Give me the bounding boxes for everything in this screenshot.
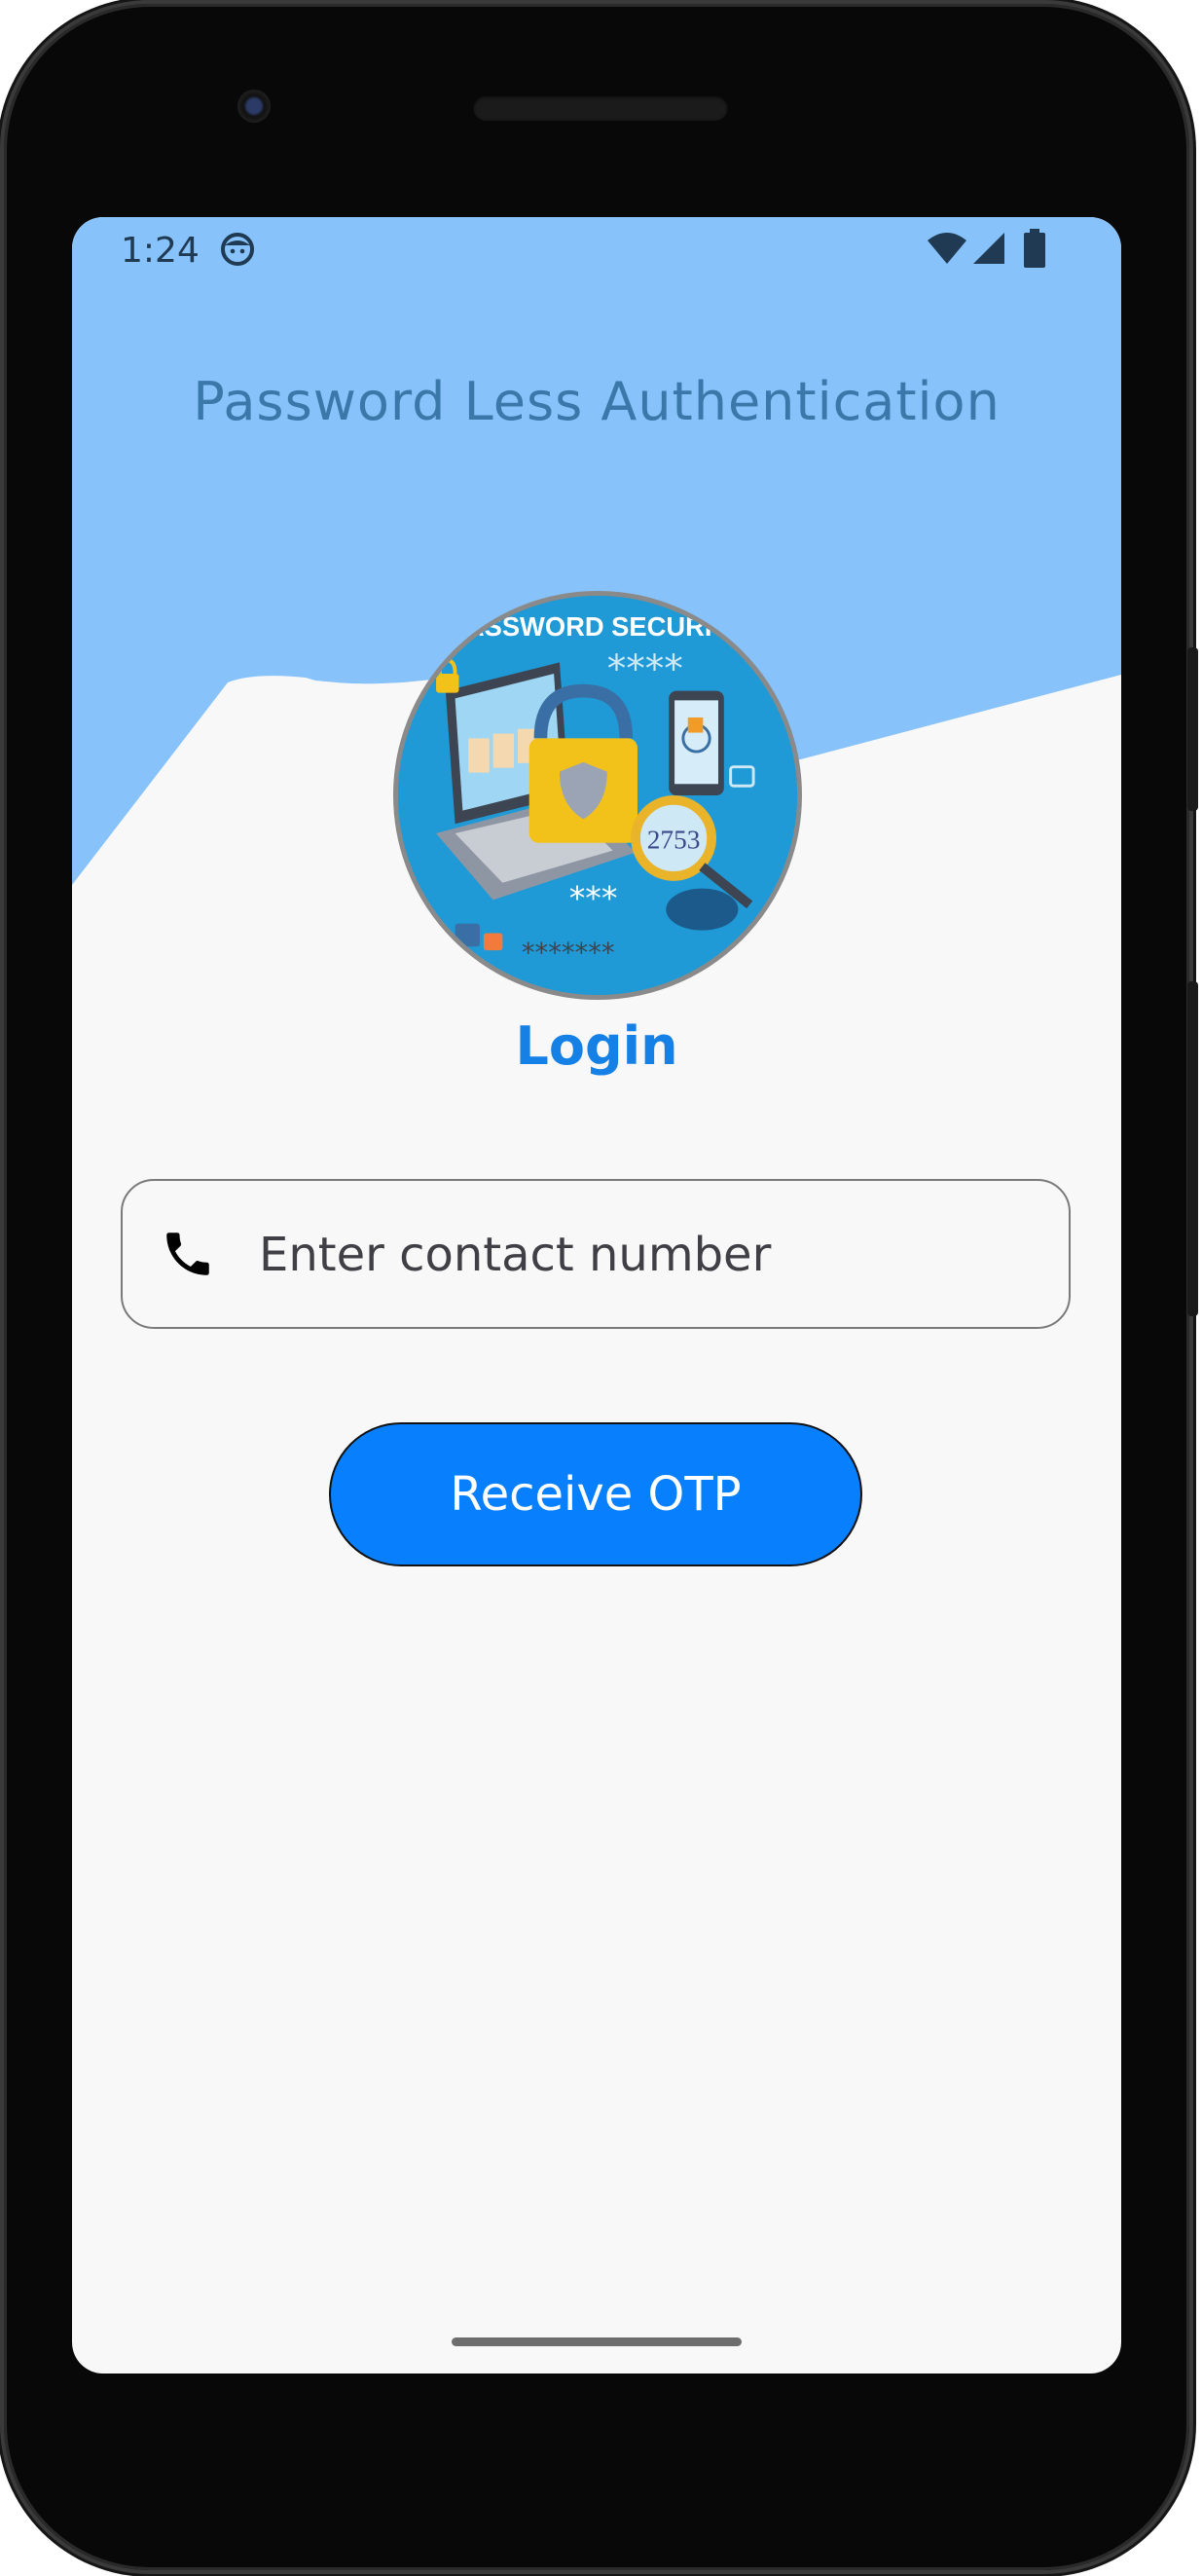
cell-signal-icon — [973, 233, 1004, 264]
illustration-code: 2753 — [647, 826, 701, 855]
svg-text:***: *** — [569, 879, 618, 917]
battery-icon — [1024, 229, 1045, 268]
password-security-illustration: PASSWORD SECURITY 2753 **** *** ******* — [393, 591, 802, 1000]
volume-button — [1187, 981, 1198, 1316]
phone-icon — [166, 1233, 209, 1275]
phone-frame: 1:24 Password Less Authentication PASSWO… — [4, 4, 1189, 2570]
home-indicator[interactable] — [452, 2337, 742, 2346]
power-button — [1187, 647, 1198, 811]
contact-number-field[interactable] — [121, 1179, 1071, 1329]
svg-text:****: **** — [607, 647, 683, 691]
contact-number-input[interactable] — [257, 1181, 1039, 1329]
front-camera — [237, 90, 271, 123]
wifi-icon — [928, 233, 966, 264]
app-screen: 1:24 Password Less Authentication PASSWO… — [72, 217, 1121, 2374]
receive-otp-button[interactable]: Receive OTP — [329, 1422, 862, 1566]
status-time: 1:24 — [121, 231, 200, 271]
svg-text:*******: ******* — [522, 938, 615, 969]
android-debug-icon — [221, 233, 254, 266]
login-heading: Login — [515, 1015, 678, 1077]
earpiece-speaker — [473, 95, 728, 121]
receive-otp-button-label: Receive OTP — [450, 1467, 742, 1522]
app-title: Password Less Authentication — [193, 371, 1001, 432]
status-bar: 1:24 — [72, 217, 1121, 287]
